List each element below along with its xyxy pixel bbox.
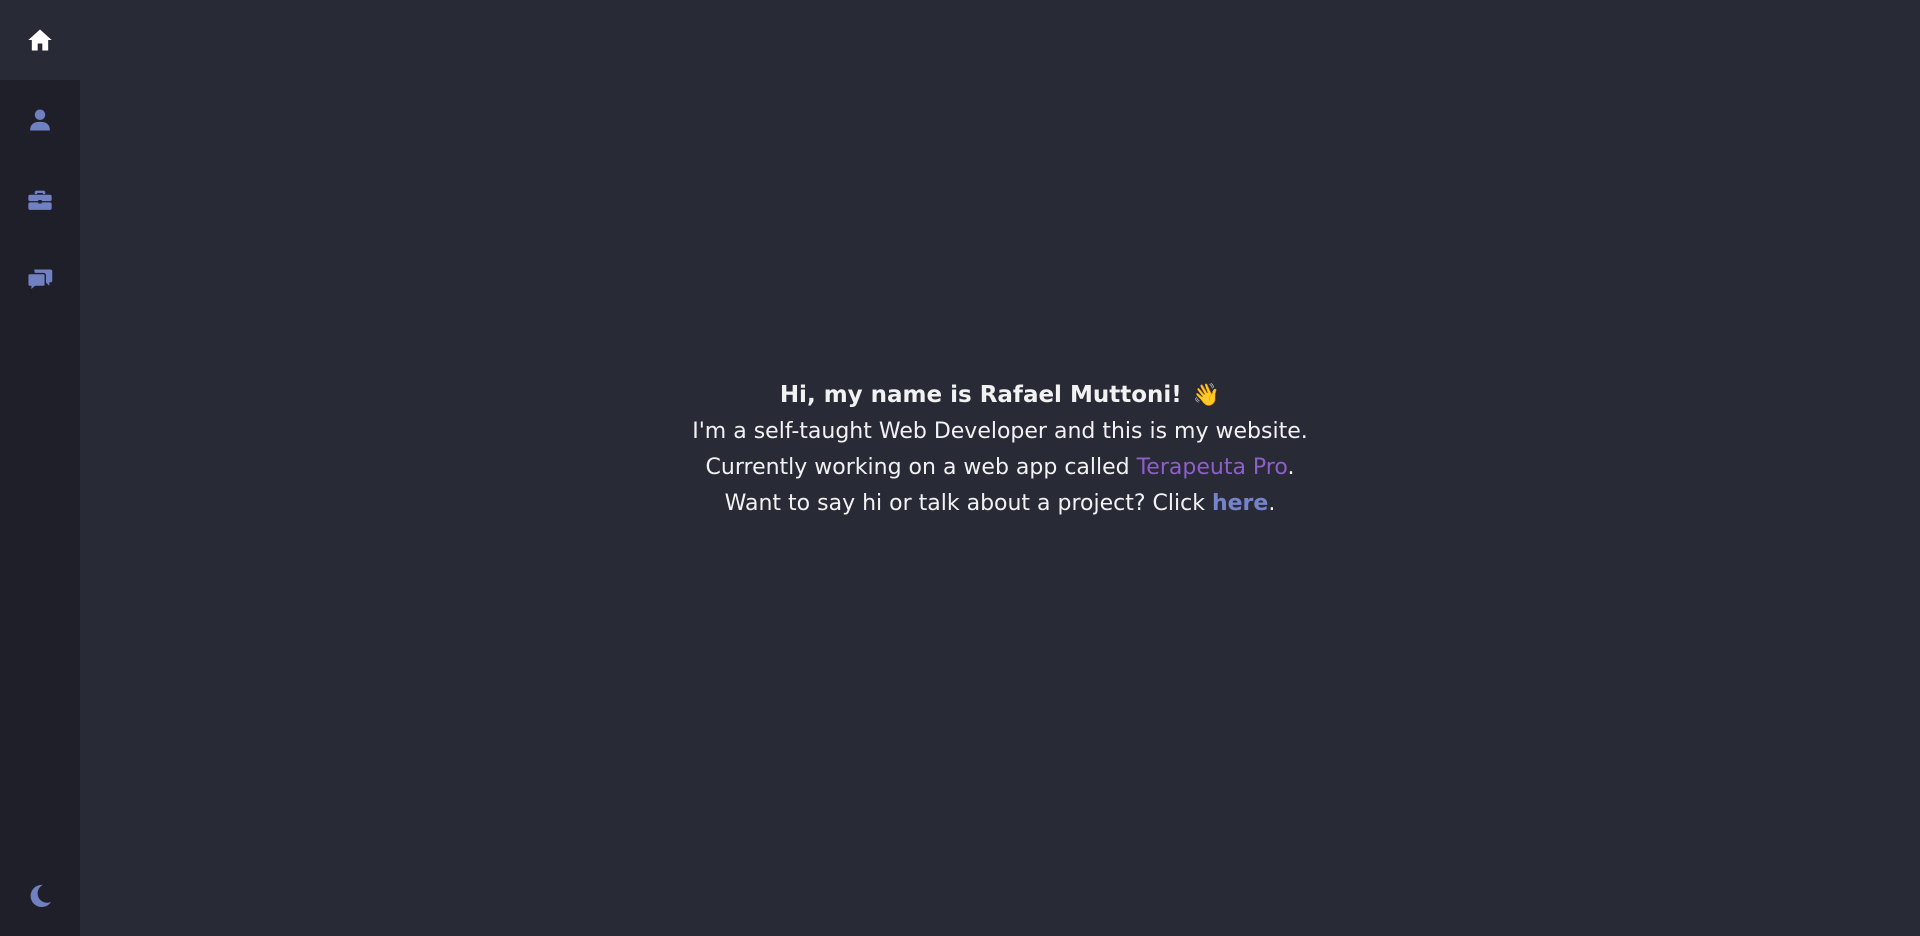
- main-content: Hi, my name is Rafael Muttoni! 👋 I'm a s…: [80, 0, 1920, 936]
- app: Hi, my name is Rafael Muttoni! 👋 I'm a s…: [0, 0, 1920, 936]
- home-icon: [28, 29, 52, 51]
- project-period: .: [1287, 454, 1295, 480]
- moon-icon: [30, 884, 52, 908]
- user-icon: [30, 109, 50, 131]
- intro-text: Hi, my name is Rafael Muttoni! 👋 I'm a s…: [692, 377, 1307, 522]
- sidebar-item-home[interactable]: [0, 0, 80, 80]
- sidebar: [0, 0, 80, 936]
- headline-text: Hi, my name is Rafael Muttoni!: [779, 381, 1182, 408]
- contact-text: Want to say hi or talk about a project? …: [724, 490, 1212, 516]
- project-text: Currently working on a web app called: [705, 454, 1137, 480]
- theme-toggle-button[interactable]: [0, 856, 80, 936]
- contact-period: .: [1268, 490, 1276, 516]
- sidebar-item-contact[interactable]: [0, 240, 80, 320]
- intro-headline: Hi, my name is Rafael Muttoni! 👋: [692, 377, 1307, 414]
- sidebar-item-about[interactable]: [0, 80, 80, 160]
- contact-here-link[interactable]: here: [1212, 491, 1268, 516]
- briefcase-icon: [28, 190, 52, 210]
- terapeuta-pro-link[interactable]: Terapeuta Pro: [1137, 455, 1288, 480]
- sidebar-item-portfolio[interactable]: [0, 160, 80, 240]
- waving-hand-emoji: 👋: [1192, 382, 1221, 408]
- intro-line-contact: Want to say hi or talk about a project? …: [692, 486, 1307, 522]
- intro-line-bio: I'm a self-taught Web Developer and this…: [692, 418, 1308, 444]
- chat-icon: [27, 269, 53, 293]
- intro-line-project: Currently working on a web app called Te…: [692, 450, 1307, 486]
